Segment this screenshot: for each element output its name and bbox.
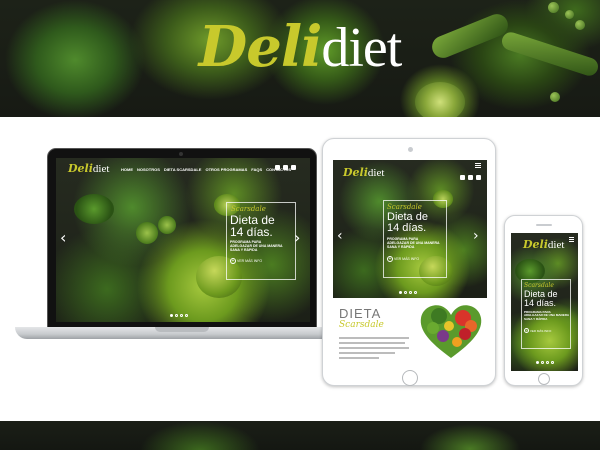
carousel-next-arrow[interactable]: › bbox=[294, 228, 300, 247]
facebook-icon[interactable] bbox=[275, 165, 280, 170]
carousel-dots bbox=[536, 361, 554, 364]
hero-description: PROGRAMA PARA ADELGAZAR DE UNA MANERA SA… bbox=[524, 310, 569, 321]
hero-heading-line2: 14 días. bbox=[230, 225, 273, 239]
laptop-notch bbox=[155, 327, 209, 332]
hero-heading-line2: 14 días. bbox=[524, 298, 557, 308]
carousel-dot[interactable] bbox=[409, 291, 412, 294]
site-logo[interactable]: Delidiet bbox=[523, 238, 564, 251]
placeholder-text-line bbox=[339, 347, 409, 349]
vegetable-heart-image bbox=[420, 305, 482, 358]
phone-speaker bbox=[536, 224, 552, 226]
carousel-prev-arrow[interactable]: ‹ bbox=[60, 228, 66, 247]
more-info-button[interactable]: + VER MÁS INFO bbox=[524, 328, 551, 333]
youtube-icon[interactable] bbox=[291, 165, 296, 170]
phone-home-button[interactable] bbox=[538, 373, 550, 385]
hamburger-menu-icon[interactable] bbox=[475, 163, 481, 169]
tablet-screen: Delidiet Scarsdale Dieta de 14 días. PRO… bbox=[333, 160, 487, 365]
nav-item-nosotros[interactable]: NOSOTROS bbox=[137, 167, 160, 172]
site-logo-deli: Deli bbox=[68, 162, 93, 175]
laptop-mockup: Delidiet HOME NOSOTROS DIETA SCARSDALE O… bbox=[47, 148, 317, 328]
carousel-dot[interactable] bbox=[399, 291, 402, 294]
hero-desc-line: SANA Y RÁPIDA bbox=[524, 316, 548, 321]
tomato-decoration bbox=[158, 216, 176, 234]
phone-mockup: Delidiet Scarsdale Dieta de 14 días. PRO… bbox=[504, 215, 583, 386]
tablet-camera bbox=[408, 147, 413, 152]
laptop-camera bbox=[179, 152, 183, 156]
pea-decoration bbox=[548, 2, 559, 13]
brand-logo-diet: diet bbox=[321, 17, 402, 79]
nav-item-home[interactable]: HOME bbox=[121, 167, 133, 172]
kiwi-decoration bbox=[415, 82, 465, 117]
carousel-dot[interactable] bbox=[170, 314, 173, 317]
plus-icon: + bbox=[230, 258, 236, 264]
phone-hero: Delidiet Scarsdale Dieta de 14 días. PRO… bbox=[511, 233, 578, 371]
more-info-label: VER MÁS INFO bbox=[236, 259, 263, 263]
site-logo-deli: Deli bbox=[343, 166, 368, 179]
site-logo-diet: diet bbox=[367, 167, 385, 179]
carousel-dot[interactable] bbox=[404, 291, 407, 294]
tablet-hero: Delidiet Scarsdale Dieta de 14 días. PRO… bbox=[333, 160, 487, 298]
more-info-label: VER MÁS INFO bbox=[393, 257, 420, 261]
leaf-decoration bbox=[74, 194, 114, 224]
hero-description: PROGRAMA PARA ADELGAZAR DE UNA MANERA SA… bbox=[230, 240, 283, 252]
plus-icon: + bbox=[387, 256, 393, 262]
carousel-prev-arrow[interactable]: ‹ bbox=[337, 228, 343, 244]
hero-description: PROGRAMA PARA ADELGAZAR DE UNA MANERA SA… bbox=[387, 237, 440, 249]
site-logo-diet: diet bbox=[92, 163, 110, 175]
footer-banner bbox=[0, 421, 600, 450]
more-info-button[interactable]: + VER MÁS INFO bbox=[387, 256, 419, 262]
placeholder-text-line bbox=[339, 337, 409, 339]
carousel-next-arrow[interactable]: › bbox=[473, 228, 479, 244]
site-nav: HOME NOSOTROS DIETA SCARSDALE OTROS PROG… bbox=[121, 167, 291, 172]
tablet-mockup: Delidiet Scarsdale Dieta de 14 días. PRO… bbox=[322, 138, 496, 386]
carousel-dot[interactable] bbox=[175, 314, 178, 317]
carousel-dot[interactable] bbox=[185, 314, 188, 317]
carousel-dot[interactable] bbox=[546, 361, 549, 364]
tablet-home-button[interactable] bbox=[402, 370, 418, 386]
hero-script: Scarsdale bbox=[231, 205, 266, 213]
site-logo-diet: diet bbox=[547, 239, 565, 251]
carousel-dots bbox=[170, 314, 188, 317]
tomato-decoration bbox=[136, 222, 158, 244]
carousel-dot[interactable] bbox=[541, 361, 544, 364]
hero-desc-line: SANA Y RÁPIDA bbox=[387, 245, 415, 250]
youtube-icon[interactable] bbox=[476, 175, 481, 180]
site-logo[interactable]: Delidiet bbox=[343, 166, 384, 179]
section-script: Scarsdale bbox=[339, 320, 384, 330]
site-logo-deli: Deli bbox=[523, 238, 548, 251]
placeholder-text-line bbox=[339, 352, 395, 354]
hero-heading-line2: 14 días. bbox=[387, 222, 427, 234]
hero-script: Scarsdale bbox=[524, 282, 554, 289]
twitter-icon[interactable] bbox=[283, 165, 288, 170]
brand-logo: Delidiet bbox=[0, 14, 600, 81]
laptop-screen: Delidiet HOME NOSOTROS DIETA SCARSDALE O… bbox=[56, 158, 310, 322]
carousel-dot[interactable] bbox=[414, 291, 417, 294]
phone-screen: Delidiet Scarsdale Dieta de 14 días. PRO… bbox=[511, 233, 578, 371]
carousel-dot[interactable] bbox=[551, 361, 554, 364]
twitter-icon[interactable] bbox=[468, 175, 473, 180]
carousel-dot[interactable] bbox=[536, 361, 539, 364]
section-title: DIETA bbox=[339, 306, 382, 321]
more-info-label: VER MÁS INFO bbox=[529, 329, 552, 333]
hero-script: Scarsdale bbox=[387, 203, 422, 211]
carousel-dots bbox=[399, 291, 417, 294]
placeholder-text-line bbox=[339, 342, 405, 344]
more-info-button[interactable]: + VER MÁS INFO bbox=[230, 258, 262, 264]
carousel-dot[interactable] bbox=[180, 314, 183, 317]
nav-item-faqs[interactable]: FAQS bbox=[251, 167, 262, 172]
plus-icon: + bbox=[524, 328, 529, 333]
brand-logo-deli: Deli bbox=[198, 14, 323, 80]
social-icons bbox=[460, 175, 481, 180]
hamburger-menu-icon[interactable] bbox=[569, 237, 574, 243]
header-banner: Delidiet bbox=[0, 0, 600, 117]
nav-item-dieta-scarsdale[interactable]: DIETA SCARSDALE bbox=[164, 167, 202, 172]
placeholder-text-line bbox=[339, 357, 379, 359]
nav-item-otros-programas[interactable]: OTROS PROGRAMAS bbox=[205, 167, 247, 172]
social-icons bbox=[275, 165, 296, 170]
hero-desc-line: SANA Y RÁPIDA bbox=[230, 248, 258, 253]
facebook-icon[interactable] bbox=[460, 175, 465, 180]
pea-decoration bbox=[550, 92, 560, 102]
site-logo[interactable]: Delidiet bbox=[68, 162, 109, 175]
